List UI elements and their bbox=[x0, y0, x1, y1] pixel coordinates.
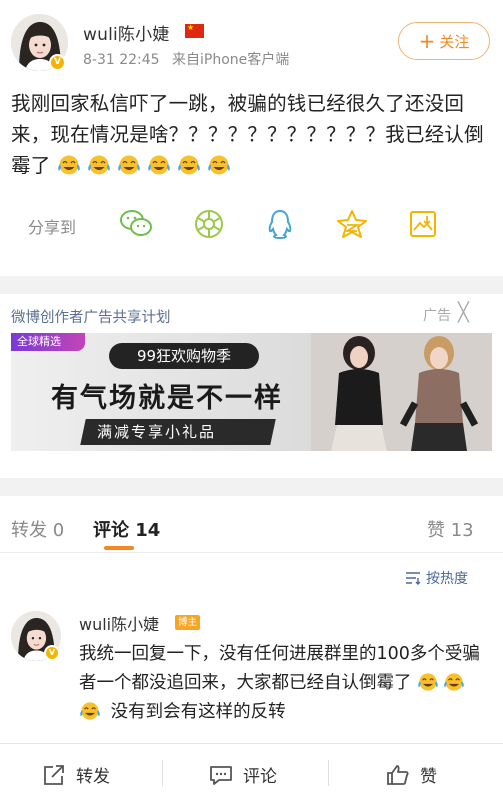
laughing-tears-emoji bbox=[58, 155, 80, 175]
laughing-tears-emoji bbox=[148, 155, 170, 175]
sort-label: 按热度 bbox=[426, 571, 468, 587]
emoji-row bbox=[57, 154, 237, 177]
share-label: 分享到 bbox=[28, 218, 77, 237]
post-meta: 8-31 22:45 来自iPhone客户端 bbox=[83, 49, 297, 69]
ad-close-icon[interactable]: ╳ bbox=[458, 302, 469, 323]
sort-icon bbox=[406, 572, 421, 585]
tab-likes[interactable]: 赞 13 bbox=[427, 516, 474, 542]
post-time: 8-31 22:45 bbox=[83, 52, 160, 68]
comment-icon bbox=[210, 765, 232, 785]
ad-models-image bbox=[311, 333, 492, 451]
ad-tag: 99狂欢购物季 bbox=[109, 343, 259, 369]
ad-label: 广告 bbox=[423, 308, 451, 324]
share-row: 分享到 bbox=[0, 200, 503, 250]
qzone-star-icon[interactable] bbox=[334, 208, 370, 240]
wechat-icon[interactable] bbox=[118, 208, 154, 240]
tabs-divider bbox=[0, 552, 503, 553]
bottom-action-bar: 转发 评论 赞 bbox=[0, 743, 503, 803]
comment-button[interactable]: 评论 bbox=[209, 762, 277, 787]
bottom-separator bbox=[162, 760, 163, 786]
ad-corner-tag: 全球精选 bbox=[11, 333, 85, 351]
section-gap bbox=[0, 276, 503, 294]
moments-icon[interactable] bbox=[191, 208, 227, 240]
laughing-tears-emoji bbox=[178, 155, 200, 175]
ad-title[interactable]: 微博创作者广告共享计划 bbox=[11, 306, 171, 327]
laughing-tears-emoji bbox=[208, 155, 230, 175]
bottom-separator bbox=[328, 760, 329, 786]
laughing-tears-emoji bbox=[80, 702, 100, 720]
comment-text: 我统一回复一下，没有任何进展群里的100多个受骗者一个都没追回来，大家都已经自认… bbox=[79, 640, 489, 727]
comment-label: 评论 bbox=[243, 767, 277, 787]
post-text: 我刚回家私信吓了一跳，被骗的钱已经很久了还没回来，现在情况是啥？？？？？？？？？… bbox=[11, 88, 494, 181]
tab-reposts[interactable]: 转发 0 bbox=[11, 516, 64, 542]
ad-banner[interactable]: 全球精选 99狂欢购物季 有气场就是不一样 满减专享小礼品 bbox=[11, 333, 492, 451]
post-source: 来自iPhone客户端 bbox=[172, 52, 290, 68]
laughing-tears-emoji bbox=[418, 673, 438, 691]
verified-badge-icon: V bbox=[49, 54, 66, 71]
verified-badge-icon: V bbox=[44, 645, 60, 661]
follow-label: 关注 bbox=[439, 32, 470, 51]
plus-icon: + bbox=[418, 29, 436, 53]
post-header: V wuli陈小婕 8-31 22:45 来自iPhone客户端 + 关注 bbox=[0, 0, 503, 80]
qq-icon[interactable] bbox=[262, 208, 298, 240]
repost-button[interactable]: 转发 bbox=[42, 762, 110, 787]
china-flag-icon bbox=[185, 23, 204, 38]
author-badge: 博主 bbox=[175, 615, 201, 630]
comment-text-after: 没有到会有这样的反转 bbox=[110, 702, 286, 722]
ad-headline: 有气场就是不一样 bbox=[51, 383, 283, 414]
comment-author[interactable]: wuli陈小婕 bbox=[79, 611, 159, 635]
thumbs-up-icon bbox=[387, 764, 409, 785]
author-name[interactable]: wuli陈小婕 bbox=[83, 20, 170, 45]
follow-button[interactable]: + 关注 bbox=[398, 22, 490, 60]
laughing-tears-emoji bbox=[118, 155, 140, 175]
repost-label: 转发 bbox=[76, 767, 110, 787]
ad-sub: 满减专享小礼品 bbox=[97, 423, 217, 441]
section-gap bbox=[0, 478, 503, 496]
laughing-tears-emoji bbox=[444, 673, 464, 691]
save-image-icon[interactable] bbox=[405, 208, 441, 240]
active-tab-indicator bbox=[104, 546, 134, 550]
tab-comments[interactable]: 评论 14 bbox=[93, 516, 160, 542]
like-button[interactable]: 赞 bbox=[386, 762, 437, 787]
like-label: 赞 bbox=[420, 767, 437, 787]
sort-by-hot-button[interactable]: 按热度 bbox=[405, 568, 468, 588]
repost-icon bbox=[44, 764, 64, 785]
laughing-tears-emoji bbox=[88, 155, 110, 175]
